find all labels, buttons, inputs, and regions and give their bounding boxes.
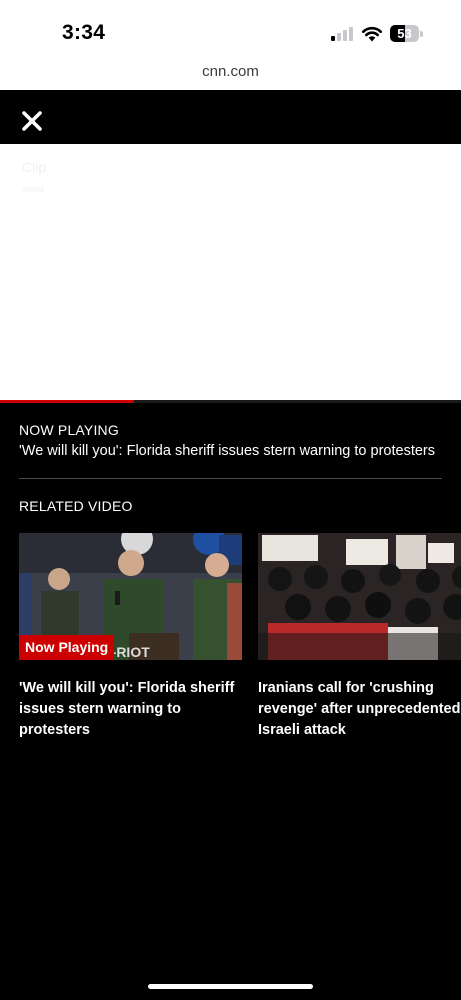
- related-video-title: Iranians call for 'crushing revenge' aft…: [258, 678, 461, 741]
- status-time: 3:34: [62, 21, 106, 44]
- related-video-title-line: Israeli attack: [258, 722, 346, 738]
- address-bar[interactable]: cnn.com: [0, 58, 461, 90]
- battery-icon: 53: [390, 25, 423, 42]
- video-faint-title: Clip: [22, 159, 47, 175]
- url-text: cnn.com: [202, 63, 259, 80]
- cellular-signal-icon: [331, 27, 355, 41]
- status-bar: 3:34 53: [0, 0, 461, 58]
- iran-protest-thumbnail: [258, 533, 461, 660]
- related-video-title-line: 'We will kill you': Florida sheriff: [19, 680, 235, 696]
- player-header: [0, 90, 461, 144]
- home-indicator[interactable]: [148, 984, 313, 989]
- video-faint-subtitle: views: [22, 184, 45, 194]
- related-video-label: RELATED VIDEO: [19, 498, 133, 514]
- related-video-title-line: protesters: [19, 722, 90, 738]
- related-video-title-line: revenge' after unprecedented: [258, 701, 461, 717]
- now-playing-label: NOW PLAYING: [19, 422, 119, 438]
- related-video-card[interactable]: ANTI-RIOT Now Playing 'We will kill you'…: [19, 533, 242, 741]
- close-icon[interactable]: [18, 107, 46, 135]
- battery-level: 53: [397, 26, 412, 41]
- now-playing-title: 'We will kill you': Florida sheriff issu…: [19, 443, 435, 459]
- related-video-title: 'We will kill you': Florida sheriff issu…: [19, 678, 242, 741]
- video-player[interactable]: Clip views: [0, 144, 461, 400]
- related-video-title-line: issues stern warning to: [19, 701, 181, 717]
- related-video-card[interactable]: Iranians call for 'crushing revenge' aft…: [258, 533, 461, 741]
- wifi-icon: [362, 26, 382, 42]
- video-progress-bar[interactable]: [0, 400, 461, 403]
- now-playing-badge: Now Playing: [19, 635, 115, 660]
- related-video-title-line: Iranians call for 'crushing: [258, 680, 434, 696]
- section-divider: [19, 478, 442, 479]
- video-progress-fill: [0, 400, 134, 403]
- sheriff-press-conference-thumbnail: ANTI-RIOT Now Playing: [19, 533, 242, 660]
